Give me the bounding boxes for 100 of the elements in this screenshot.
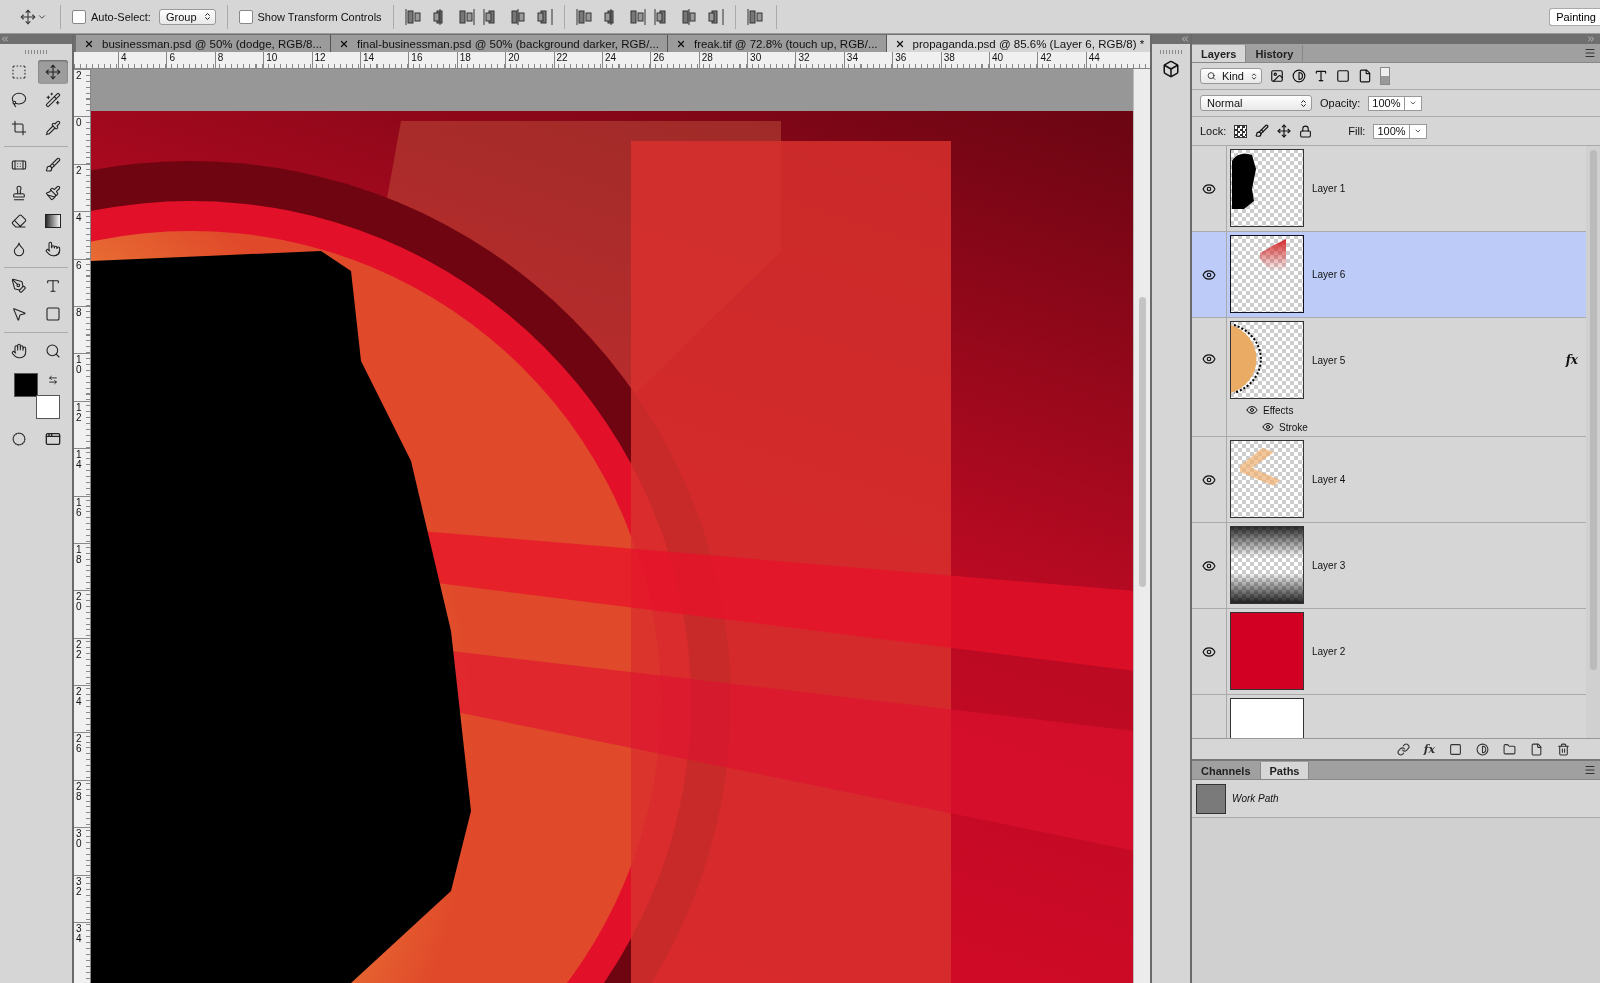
move-icon [20,8,36,25]
eye-icon[interactable] [1202,644,1216,659]
align-icon[interactable] [705,8,724,25]
transform-controls-label: Show Transform Controls [257,10,382,23]
auto-select-checkbox[interactable] [72,9,86,24]
mask-icon[interactable] [1449,742,1462,756]
ruler-label: 28 [698,52,748,68]
layer-row[interactable]: Layer 2 [1192,609,1586,695]
ruler-label: 20 [76,592,82,613]
eye-icon[interactable] [1202,352,1216,366]
group-select[interactable]: Group [158,8,216,25]
ruler-label: 32 [795,52,844,68]
eye-icon[interactable] [1262,421,1274,433]
scroll-thumb[interactable] [1138,297,1146,587]
fx-icon[interactable]: fx [1565,353,1578,367]
align-icon[interactable] [575,8,594,25]
effect-label: Effects [1263,404,1294,416]
new-layer-icon[interactable] [1530,742,1543,756]
ruler-label: 6 [166,52,215,68]
align-icon[interactable] [746,8,765,25]
ruler-label: 2 [76,71,82,81]
image-filter-icon[interactable] [1270,69,1284,83]
eye-icon[interactable] [1246,404,1258,416]
type-filter-icon[interactable] [1314,69,1328,83]
ruler-label: 30 [76,829,82,850]
ruler-label: 22 [553,52,602,68]
close-icon[interactable] [675,38,686,49]
smart-object-filter-icon[interactable] [1358,69,1372,83]
eye-icon[interactable] [1202,267,1216,282]
eye-icon[interactable] [1202,558,1216,573]
close-icon[interactable] [894,38,905,49]
eye-icon[interactable] [1202,181,1216,196]
adjustment-icon[interactable] [1476,742,1489,756]
type-icon [45,278,61,294]
layer-row[interactable]: Layer 6 [1192,232,1586,318]
drop-icon [11,241,27,257]
align-icon[interactable] [534,8,553,25]
lock-pixels-icon[interactable] [1255,124,1270,138]
panel-menu-icon[interactable] [1584,47,1596,59]
3d-panel-icon[interactable] [1162,60,1180,78]
layer-name: Layer 5 [1312,354,1347,366]
layer-name: Layer 4 [1312,473,1347,485]
close-icon[interactable] [339,38,350,49]
ruler-label: 28 [76,781,82,802]
transform-controls-checkbox[interactable] [238,9,253,24]
delete-icon[interactable] [1557,742,1570,756]
lock-transparency-icon[interactable] [1234,124,1248,138]
layer-row[interactable]: Layer 5 fx Effects Stroke [1192,318,1586,437]
layer-name: Layer 1 [1312,182,1347,194]
layer-row[interactable]: Layer 4 [1192,437,1586,523]
panel-tab[interactable]: Paths [1260,762,1310,779]
background-color-swatch[interactable] [36,395,60,419]
gradient-icon [45,214,61,228]
ruler-label: 24 [76,687,82,708]
fx-button[interactable]: fx [1423,742,1435,756]
shape-filter-icon[interactable] [1336,69,1350,83]
layer-row[interactable]: Layer 1 [1192,146,1586,232]
foreground-color-swatch[interactable] [14,373,38,397]
blend-mode-select[interactable]: Normal [1200,95,1312,111]
caret-icon [1414,127,1423,135]
updown-arrows-icon [1249,71,1258,81]
eye-icon[interactable] [1202,472,1216,487]
panel-tab[interactable]: Layers [1192,45,1247,62]
filter-kind-select[interactable]: Kind [1200,68,1262,84]
fill-field[interactable]: 100% [1373,123,1428,139]
ruler-label: 30 [747,52,796,68]
align-icon[interactable] [679,8,698,25]
align-icon[interactable] [627,8,646,25]
close-icon[interactable] [84,38,94,49]
document-tab[interactable]: businessman.psd @ 50% (dodge, RGB/8... [76,35,332,52]
panel-tab[interactable]: Channels [1192,762,1261,779]
swap-colors-icon[interactable] [48,375,58,385]
document-tab[interactable]: final-businessman.psd @ 50% (background darker, RGB/... [331,35,668,52]
document-tab[interactable]: freak.tif @ 72.8% (touch up, RGB/... [667,35,887,52]
lock-position-icon[interactable] [1277,124,1292,138]
updown-arrows-icon [202,12,212,21]
opacity-field[interactable]: 100% [1368,95,1423,111]
dotted-circle-icon [12,432,26,446]
layer-name: Layer 6 [1312,268,1347,280]
link-icon[interactable] [1396,742,1410,756]
ruler-label: 38 [940,52,990,68]
lock-label: Lock: [1200,125,1227,137]
align-icon[interactable] [508,8,527,25]
ruler-label: 18 [76,544,82,565]
panel-tab[interactable]: History [1246,45,1304,62]
ruler-label: 20 [505,52,554,68]
align-icon[interactable] [456,8,475,25]
brush-icon [45,157,61,173]
lock-all-icon[interactable] [1299,124,1313,138]
layer-row[interactable]: Layer 3 [1192,523,1586,609]
rectangle-icon [45,306,61,322]
updown-arrows-icon [1299,98,1308,108]
panel-menu-icon[interactable] [1584,764,1596,776]
align-icon[interactable] [404,8,423,25]
filter-toggle[interactable] [1380,67,1390,85]
folder-icon[interactable] [1503,742,1516,756]
adjustment-filter-icon[interactable] [1292,69,1306,83]
workspace-button[interactable]: Painting [1549,7,1600,26]
ruler-label: 22 [76,639,82,660]
arrow-pointer-icon [11,306,27,322]
